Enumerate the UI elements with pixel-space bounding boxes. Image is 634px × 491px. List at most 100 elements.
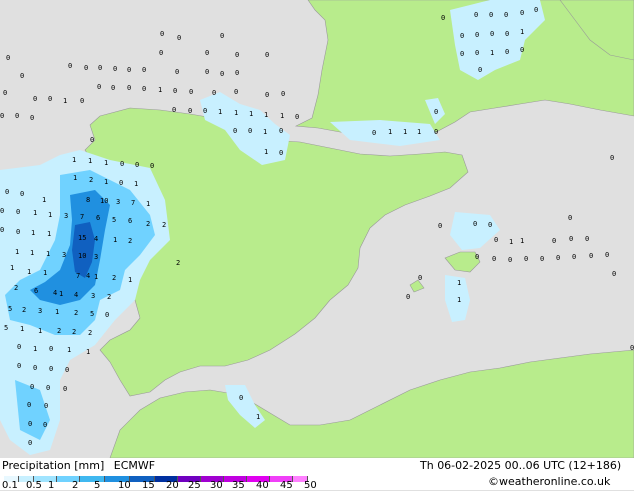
color-scale-tick-label: 2 bbox=[72, 480, 79, 491]
precip-value: 0 bbox=[475, 253, 479, 261]
precip-value: 2 bbox=[176, 259, 180, 267]
precip-value: 0 bbox=[188, 107, 192, 115]
precip-value: 0 bbox=[15, 112, 19, 120]
precip-value: 1 bbox=[280, 112, 284, 120]
precip-value: 1 bbox=[234, 109, 238, 117]
precip-value: 1 bbox=[46, 250, 50, 258]
precip-value: 1 bbox=[43, 269, 47, 277]
color-scale-tick-label: 1 bbox=[48, 480, 55, 491]
precip-value: 1 bbox=[158, 86, 162, 94]
precip-value: 0 bbox=[17, 362, 21, 370]
precip-value: 1 bbox=[264, 148, 268, 156]
precip-value: 0 bbox=[111, 84, 115, 92]
precip-value: 0 bbox=[434, 128, 438, 136]
precip-value: 0 bbox=[505, 48, 509, 56]
precip-value: 1 bbox=[263, 128, 267, 136]
precip-value: 0 bbox=[175, 68, 179, 76]
color-scale-tick-label: 45 bbox=[280, 480, 293, 491]
precip-value: 2 bbox=[74, 309, 78, 317]
precip-value: 1 bbox=[30, 249, 34, 257]
precip-value: 0 bbox=[65, 366, 69, 374]
credit-link[interactable]: ©weatheronline.co.uk bbox=[488, 475, 610, 488]
precip-value: 0 bbox=[630, 344, 634, 352]
precip-value: 0 bbox=[135, 161, 139, 169]
precip-value: 4 bbox=[74, 291, 78, 299]
precip-value: 0 bbox=[610, 154, 614, 162]
precip-value: 4 bbox=[86, 272, 90, 280]
precip-value: 0 bbox=[0, 226, 4, 234]
precip-value: 0 bbox=[120, 160, 124, 168]
precip-value: 0 bbox=[279, 127, 283, 135]
precip-value: 0 bbox=[20, 72, 24, 80]
precip-value: 3 bbox=[94, 253, 98, 261]
precip-value: 1 bbox=[146, 200, 150, 208]
precip-value: 0 bbox=[189, 88, 193, 96]
precip-value: 1 bbox=[94, 273, 98, 281]
precip-value: 1 bbox=[403, 128, 407, 136]
precip-value: 3 bbox=[116, 198, 120, 206]
precip-value: 0 bbox=[173, 87, 177, 95]
precip-value: 1 bbox=[388, 128, 392, 136]
precip-value: 0 bbox=[478, 66, 482, 74]
color-scale-tick-label: 20 bbox=[166, 480, 179, 491]
color-scale-tick-label: 25 bbox=[188, 480, 201, 491]
precip-value: 3 bbox=[91, 292, 95, 300]
precip-value: 0 bbox=[33, 95, 37, 103]
precip-value: 0 bbox=[98, 64, 102, 72]
precip-value: 0 bbox=[585, 235, 589, 243]
precip-value: 3 bbox=[62, 251, 66, 259]
precip-value: 1 bbox=[417, 128, 421, 136]
precip-value: 0 bbox=[105, 311, 109, 319]
legend-title: Precipitation [mm] ECMWF bbox=[2, 459, 155, 472]
precip-value: 0 bbox=[142, 85, 146, 93]
precip-value: 1 bbox=[10, 264, 14, 272]
precip-value: 0 bbox=[220, 32, 224, 40]
precip-value: 2 bbox=[112, 274, 116, 282]
precip-value: 0 bbox=[489, 11, 493, 19]
precip-value: 0 bbox=[127, 84, 131, 92]
precip-value: 0 bbox=[48, 95, 52, 103]
precip-value: 0 bbox=[16, 208, 20, 216]
precip-value: 5 bbox=[8, 305, 12, 313]
precip-value: 0 bbox=[16, 228, 20, 236]
model-name: ECMWF bbox=[113, 459, 156, 472]
precip-value: 1 bbox=[33, 345, 37, 353]
precip-value: 0 bbox=[474, 11, 478, 19]
precip-value: 2 bbox=[88, 329, 92, 337]
precip-value: 0 bbox=[172, 106, 176, 114]
precip-value: 5 bbox=[90, 310, 94, 318]
precip-value: 2 bbox=[22, 306, 26, 314]
color-scale-tick-label: 40 bbox=[256, 480, 269, 491]
precip-value: 1 bbox=[31, 229, 35, 237]
precip-value: 0 bbox=[90, 136, 94, 144]
precip-value: 0 bbox=[475, 31, 479, 39]
precip-value: 10 bbox=[78, 252, 86, 260]
precip-value: 7 bbox=[80, 213, 84, 221]
precip-value: 1 bbox=[457, 296, 461, 304]
color-scale-tick-label: 10 bbox=[118, 480, 131, 491]
precip-value: 0 bbox=[30, 114, 34, 122]
precip-value: 0 bbox=[235, 51, 239, 59]
precip-value: 2 bbox=[128, 237, 132, 245]
color-scale-tick-label: 0.5 bbox=[26, 480, 42, 491]
precip-value: 0 bbox=[552, 237, 556, 245]
precip-value: 0 bbox=[569, 235, 573, 243]
precip-value: 0 bbox=[473, 220, 477, 228]
precip-value: 1 bbox=[88, 157, 92, 165]
precip-value: 0 bbox=[490, 30, 494, 38]
precip-value: 0 bbox=[508, 256, 512, 264]
precip-value: 0 bbox=[605, 251, 609, 259]
color-scale-swatch bbox=[80, 476, 105, 482]
precip-value: 0 bbox=[460, 32, 464, 40]
precip-value: 1 bbox=[457, 279, 461, 287]
precip-value: 0 bbox=[63, 385, 67, 393]
precip-value: 0 bbox=[235, 69, 239, 77]
precip-value: 0 bbox=[418, 274, 422, 282]
precip-value: 0 bbox=[239, 394, 243, 402]
precip-value: 6 bbox=[128, 217, 132, 225]
precipitation-map: 0 0 000 0 0 000 0 0 0 0 0 0 0 0 000 0 1 00 0 0 0 1 0 0 0 0 0 00 0 00 0… bbox=[0, 0, 634, 458]
precip-value: 1 bbox=[490, 49, 494, 57]
precip-value: 0 bbox=[80, 97, 84, 105]
precip-value: 1 bbox=[86, 348, 90, 356]
precip-value: 0 bbox=[572, 253, 576, 261]
